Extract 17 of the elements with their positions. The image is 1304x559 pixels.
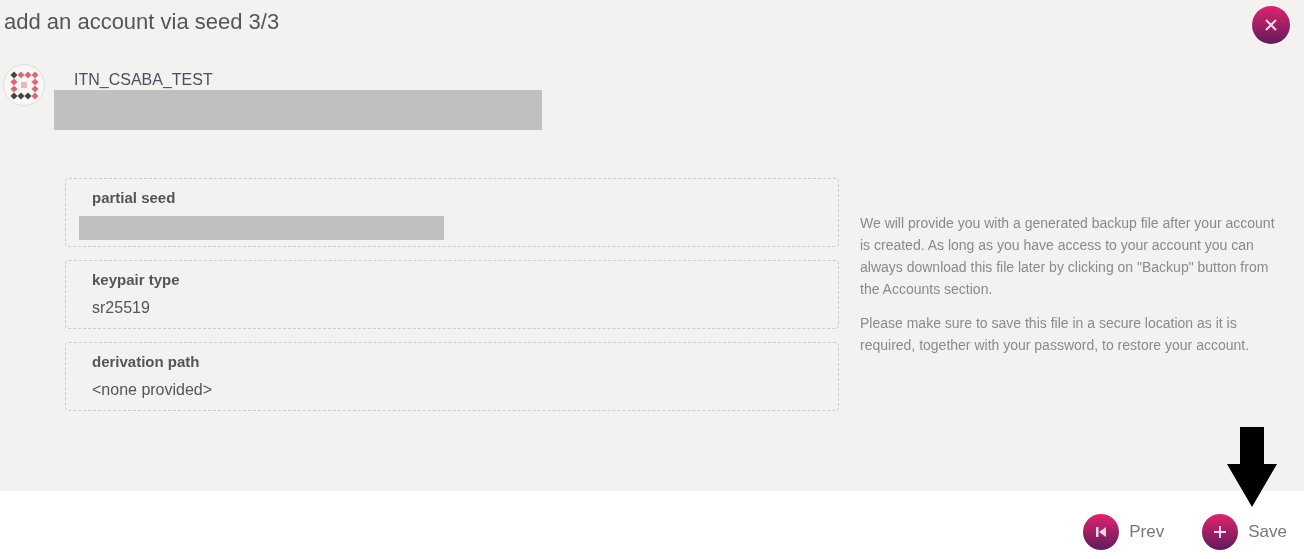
field-value: sr25519 [92, 297, 151, 318]
prev-button[interactable]: Prev [1083, 514, 1165, 550]
field-label: partial seed [92, 188, 177, 208]
account-name: ITN_CSABA_TEST [74, 71, 214, 89]
identicon [3, 64, 45, 106]
field-value: <none provided> [92, 379, 214, 400]
close-icon [1265, 19, 1277, 31]
info-paragraph: We will provide you with a generated backup file after your account is created. As long as you have access to your account you can always download this file later by clicking on "Backup" button from the Accounts section. [860, 214, 1275, 299]
field-label: keypair type [92, 270, 181, 290]
close-button[interactable] [1252, 6, 1290, 44]
field-label: derivation path [92, 352, 201, 372]
dialog-title: add an account via seed 3/3 [4, 8, 280, 36]
plus-icon [1213, 525, 1228, 539]
info-paragraph: Please make sure to save this file in a secure location as it is required, together with your password, to restore your account. [860, 314, 1251, 355]
skip-back-icon [1095, 526, 1108, 538]
arrow-icon [1226, 426, 1278, 508]
save-button[interactable]: Save [1202, 514, 1287, 550]
